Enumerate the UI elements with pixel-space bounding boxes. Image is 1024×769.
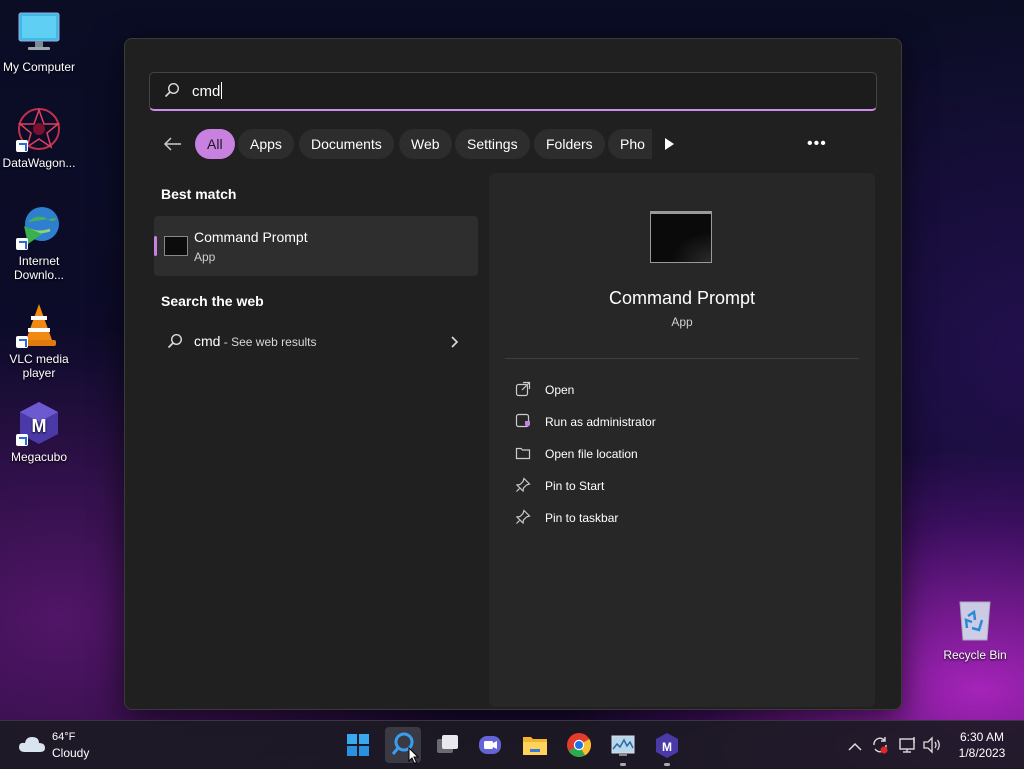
action-run-as-admin[interactable]: Run as administrator — [515, 411, 855, 435]
taskbar-search-button[interactable] — [385, 727, 421, 765]
desktop-icon-recycle-bin[interactable]: Recycle Bin — [936, 598, 1014, 662]
running-indicator — [664, 763, 670, 766]
chevron-up-icon[interactable] — [848, 739, 862, 757]
desktop-icon-datawagon[interactable]: DataWagon... — [0, 106, 78, 170]
pin-icon — [515, 509, 531, 525]
back-arrow-icon[interactable] — [163, 135, 183, 158]
megacubo-icon: M — [656, 733, 678, 758]
filter-photos[interactable]: Pho — [608, 129, 652, 159]
search-box[interactable]: cmd — [149, 72, 877, 111]
desktop-icon-label: DataWagon... — [2, 156, 76, 170]
action-pin-to-start[interactable]: Pin to Start — [515, 475, 855, 499]
recycle-bin-icon — [952, 598, 998, 644]
vlc-cone-icon — [16, 302, 62, 348]
shortcut-arrow-icon — [16, 434, 28, 446]
admin-shield-icon — [515, 413, 531, 429]
best-match-heading: Best match — [161, 186, 237, 202]
weather-widget[interactable]: 64°F Cloudy — [14, 729, 104, 761]
search-icon — [164, 82, 180, 103]
action-open[interactable]: Open — [515, 379, 855, 403]
search-icon — [167, 333, 183, 354]
more-options-icon[interactable]: ••• — [807, 135, 827, 153]
running-indicator — [620, 763, 626, 766]
clock-date: 1/8/2023 — [958, 746, 1006, 760]
desktop-icon-vlc[interactable]: VLC media player — [0, 302, 78, 380]
task-view-icon — [437, 735, 458, 753]
taskbar-task-view-button[interactable] — [429, 727, 465, 763]
scroll-right-icon[interactable] — [663, 137, 675, 156]
best-match-name: Command Prompt — [194, 229, 308, 245]
mouse-cursor-icon — [408, 747, 420, 765]
clock-time: 6:30 AM — [959, 730, 1005, 744]
filter-apps[interactable]: Apps — [238, 129, 294, 159]
search-input[interactable]: cmd — [192, 82, 223, 100]
search-panel: cmd All Apps Documents Web Settings Fold… — [124, 38, 902, 710]
chrome-icon — [567, 733, 592, 758]
desktop-icon-label: VLC media player — [9, 352, 69, 380]
shortcut-arrow-icon — [16, 336, 28, 348]
desktop-icon-internet-download[interactable]: Internet Downlo... — [0, 204, 78, 282]
taskbar-file-explorer-button[interactable] — [517, 727, 553, 763]
desktop-icon-label: My Computer — [2, 60, 76, 74]
taskbar-monitor-app-button[interactable] — [605, 727, 641, 766]
detail-type: App — [671, 315, 693, 329]
selection-indicator — [154, 236, 157, 256]
cloud-icon — [18, 735, 46, 758]
monitor-icon — [16, 10, 62, 56]
web-search-item[interactable]: cmd - See web results — [159, 329, 469, 353]
clock[interactable]: 6:30 AM 1/8/2023 — [946, 729, 1018, 761]
network-icon[interactable] — [898, 735, 918, 760]
svg-text:M: M — [662, 740, 672, 754]
web-suffix: - See web results — [220, 335, 317, 349]
weather-temp: 64°F — [52, 731, 76, 743]
taskbar-start-button[interactable] — [340, 727, 376, 763]
megacubo-icon: M — [16, 400, 62, 446]
taskbar: 64°F Cloudy M 6:30 AM 1/8/2023 — [0, 720, 1024, 769]
shortcut-arrow-icon — [16, 140, 28, 152]
datawagon-icon — [16, 106, 62, 152]
filter-web[interactable]: Web — [399, 129, 452, 159]
desktop-icon-label: Internet Downlo... — [13, 254, 65, 282]
filter-documents[interactable]: Documents — [299, 129, 394, 159]
folder-icon — [515, 445, 531, 461]
svg-text:M: M — [32, 416, 47, 436]
best-match-type: App — [194, 250, 216, 264]
windows-logo-icon — [347, 734, 369, 756]
taskbar-teams-button[interactable] — [472, 727, 508, 763]
best-match-item[interactable]: Command Prompt App — [154, 216, 478, 276]
desktop-icon-megacubo[interactable]: M Megacubo — [0, 400, 78, 464]
command-prompt-icon — [164, 236, 188, 256]
filter-settings[interactable]: Settings — [455, 129, 530, 159]
folder-icon — [523, 737, 547, 755]
detail-pane: Command Prompt App Open Run as administr… — [489, 173, 875, 707]
sync-icon[interactable] — [870, 735, 890, 760]
resource-monitor-icon — [611, 735, 635, 756]
desktop-icon-label: Recycle Bin — [943, 648, 1007, 662]
taskbar-chrome-button[interactable] — [561, 727, 597, 763]
divider — [505, 358, 859, 359]
filter-all[interactable]: All — [195, 129, 235, 159]
filter-bar: All Apps Documents Web Settings Folders … — [149, 129, 889, 161]
action-pin-to-taskbar[interactable]: Pin to taskbar — [515, 507, 855, 531]
volume-icon[interactable] — [922, 735, 942, 760]
desktop-icon-my-computer[interactable]: My Computer — [0, 10, 78, 74]
desktop-icon-label: Megacubo — [10, 450, 68, 464]
globe-download-icon — [16, 204, 62, 250]
search-web-heading: Search the web — [161, 293, 264, 309]
shortcut-arrow-icon — [16, 238, 28, 250]
filter-folders[interactable]: Folders — [534, 129, 605, 159]
chevron-right-icon — [451, 335, 459, 353]
web-query: cmd — [194, 333, 221, 349]
weather-condition: Cloudy — [52, 746, 90, 760]
taskbar-megacubo-button[interactable]: M — [649, 727, 685, 766]
action-open-file-location[interactable]: Open file location — [515, 443, 855, 467]
command-prompt-large-icon — [650, 211, 712, 263]
pin-icon — [515, 477, 531, 493]
detail-name: Command Prompt — [608, 288, 756, 308]
video-chat-icon — [479, 736, 501, 754]
open-icon — [515, 381, 531, 397]
